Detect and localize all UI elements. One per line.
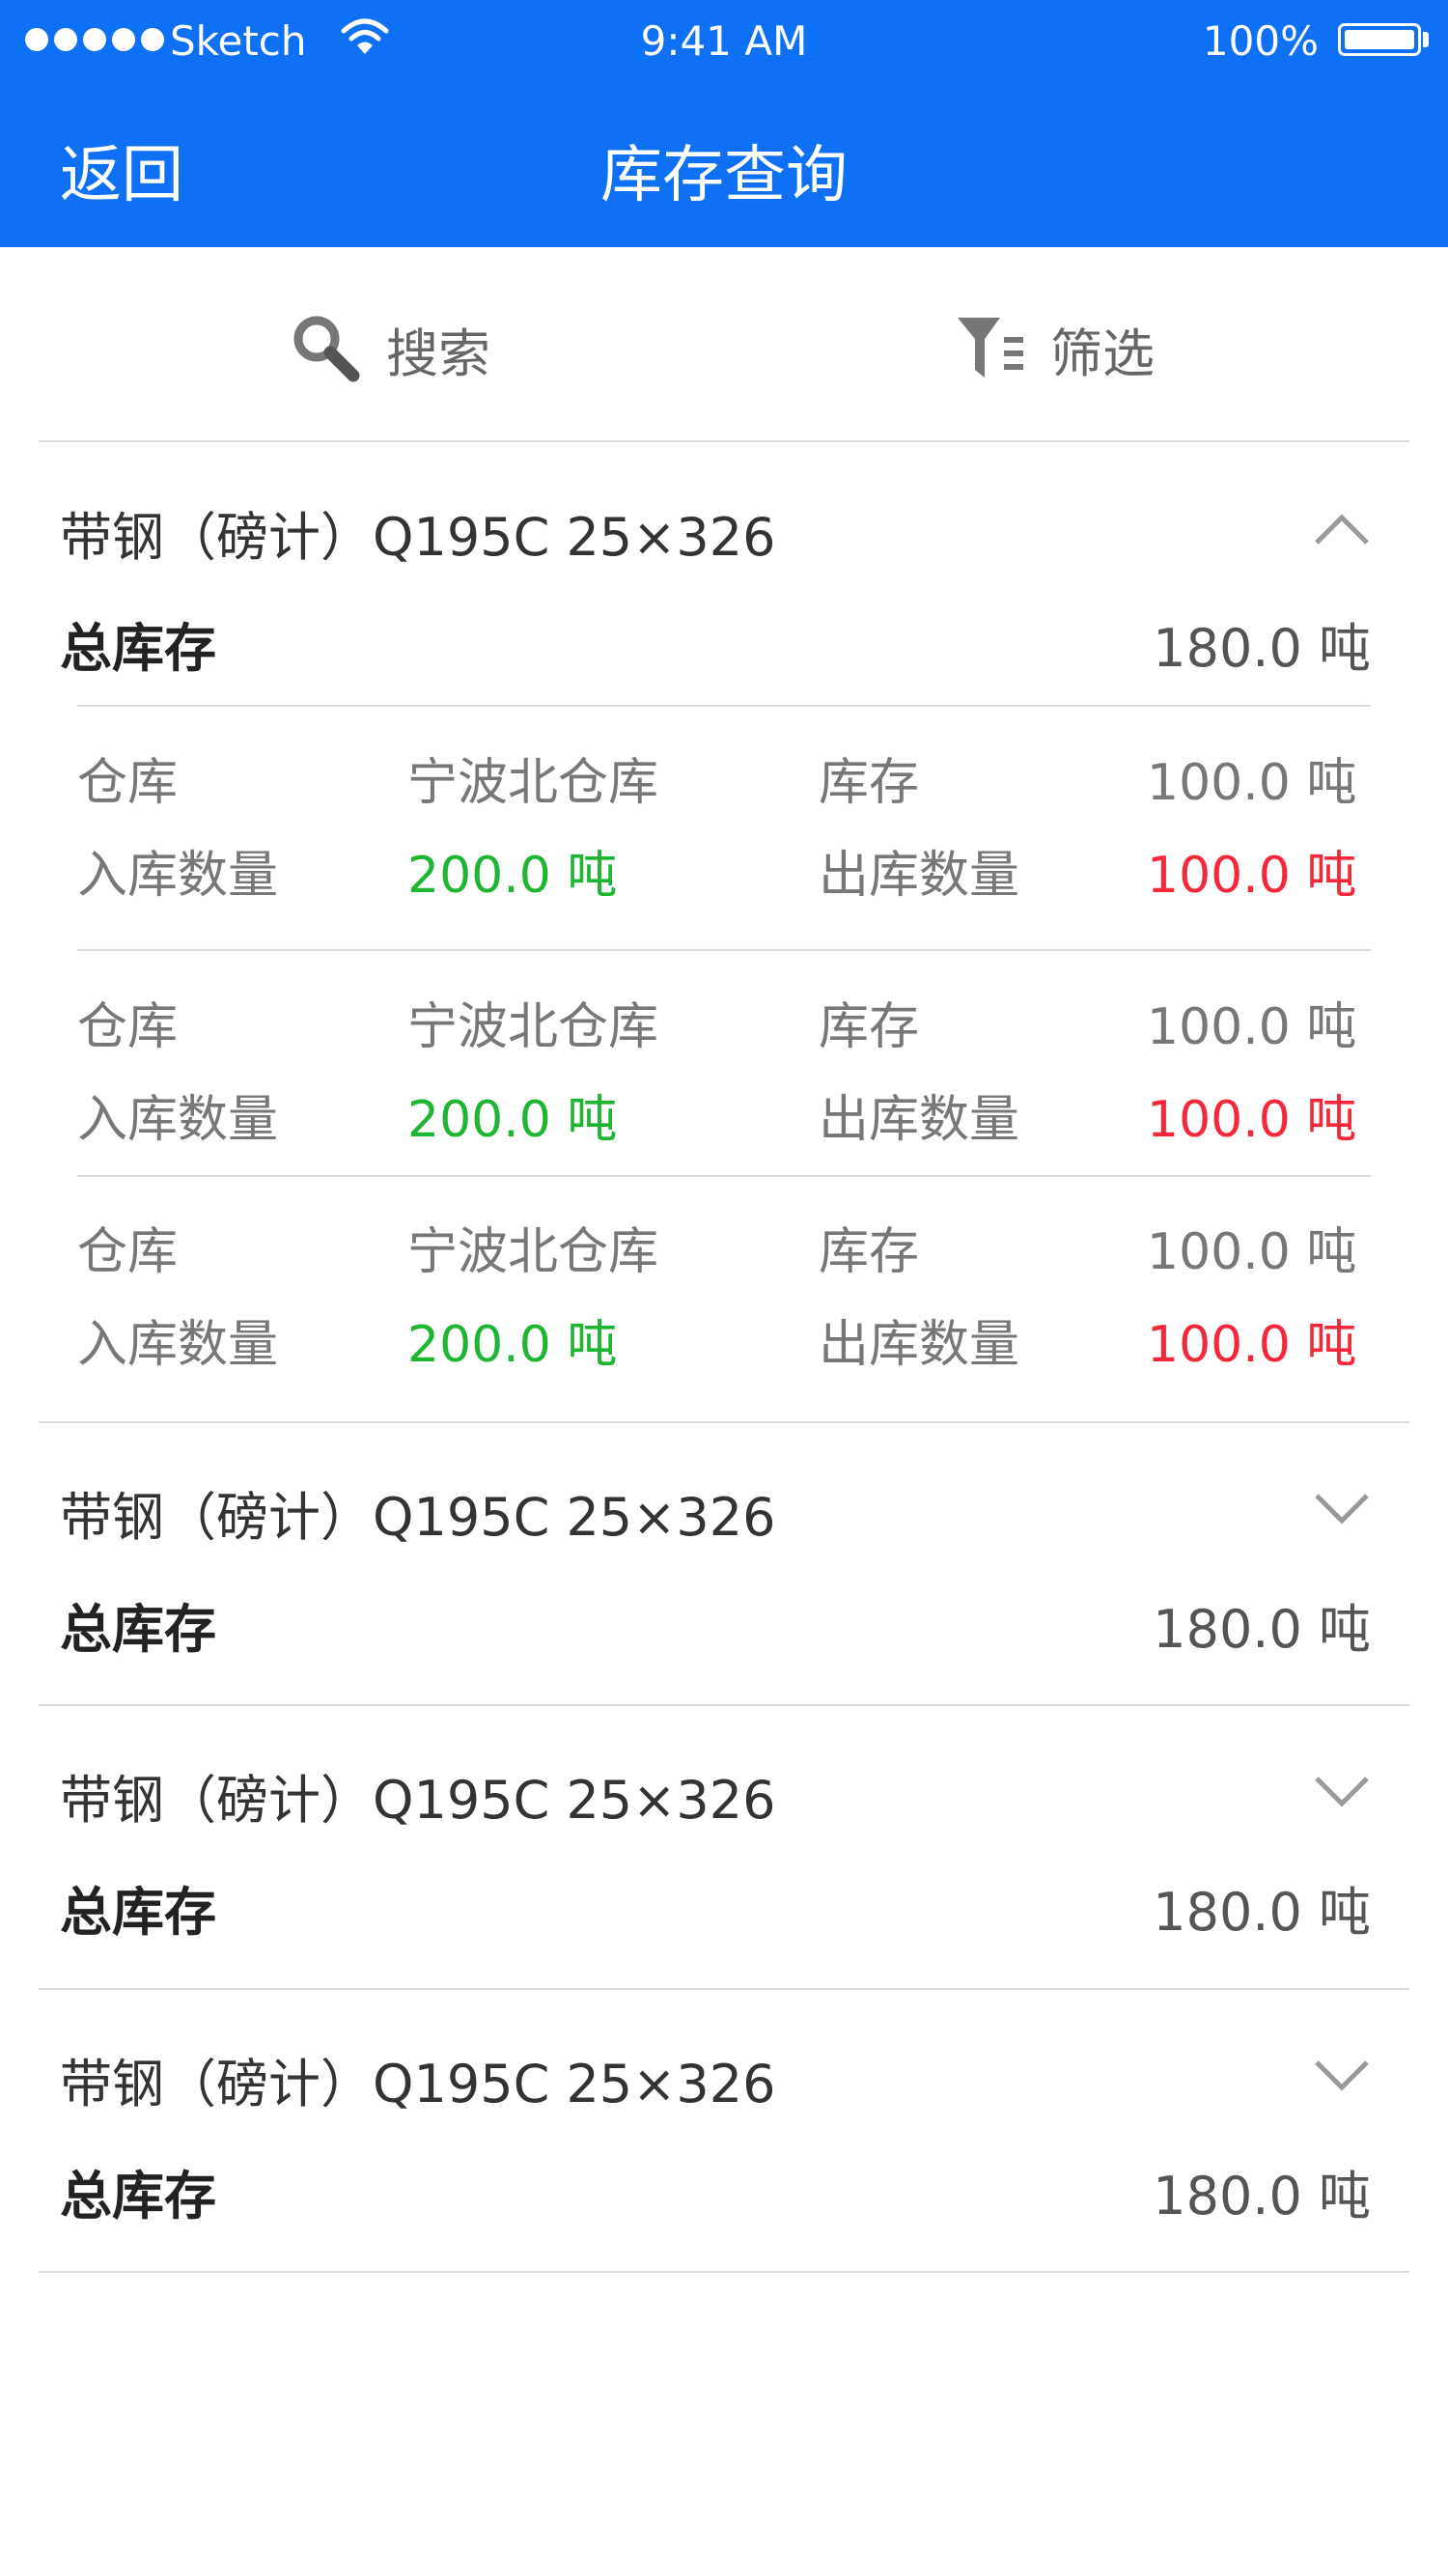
warehouse-value: 宁波北仓库 — [407, 1223, 659, 1281]
filter-button[interactable]: 筛选 — [956, 305, 1155, 392]
chevron-down-icon[interactable] — [1313, 1773, 1371, 1811]
chevron-down-icon[interactable] — [1313, 1490, 1371, 1528]
out-qty-value: 100.0 吨 — [1147, 847, 1357, 905]
divider — [77, 949, 1371, 951]
in-qty-value: 200.0 吨 — [407, 847, 618, 905]
divider — [39, 1704, 1409, 1706]
divider — [39, 2271, 1409, 2273]
warehouse-value: 宁波北仓库 — [407, 754, 659, 812]
in-qty-label: 入库数量 — [77, 1316, 279, 1374]
total-stock-label: 总库存 — [60, 618, 216, 679]
in-qty-label: 入库数量 — [77, 1091, 279, 1149]
filter-label: 筛选 — [1050, 322, 1155, 384]
total-stock-label: 总库存 — [60, 1599, 216, 1660]
warehouse-label: 仓库 — [77, 754, 179, 812]
group-title: 带钢（磅计）Q195C 25×326 — [60, 507, 776, 568]
divider — [39, 1988, 1409, 1990]
group-title: 带钢（磅计）Q195C 25×326 — [60, 1770, 776, 1831]
group-title: 带钢（磅计）Q195C 25×326 — [60, 1487, 776, 1548]
divider — [77, 1175, 1371, 1177]
out-qty-label: 出库数量 — [819, 1316, 1020, 1374]
stock-label: 库存 — [819, 998, 920, 1056]
stock-value: 100.0 吨 — [1147, 1223, 1357, 1281]
stock-value: 100.0 吨 — [1147, 998, 1357, 1056]
search-button[interactable]: 搜索 — [290, 305, 490, 392]
search-icon — [293, 316, 360, 382]
stock-value: 100.0 吨 — [1147, 754, 1357, 812]
warehouse-label: 仓库 — [77, 998, 179, 1056]
out-qty-label: 出库数量 — [819, 847, 1020, 905]
stock-label: 库存 — [819, 1223, 920, 1281]
chevron-up-icon[interactable] — [1313, 510, 1371, 548]
nav-bar: Sketch 9:41 AM 100% 返回 库存查询 — [0, 0, 1448, 247]
out-qty-value: 100.0 吨 — [1147, 1316, 1357, 1374]
battery-percent: 100% — [1202, 17, 1319, 65]
divider — [39, 440, 1409, 442]
total-stock-value: 180.0 吨 — [1153, 1882, 1371, 1943]
in-qty-value: 200.0 吨 — [407, 1316, 618, 1374]
total-stock-value: 180.0 吨 — [1153, 1599, 1371, 1660]
status-bar: Sketch 9:41 AM 100% — [0, 0, 1448, 83]
total-stock-value: 180.0 吨 — [1153, 2166, 1371, 2226]
out-qty-label: 出库数量 — [819, 1091, 1020, 1149]
filter-icon — [958, 318, 1023, 378]
in-qty-label: 入库数量 — [77, 847, 279, 905]
page-title: 库存查询 — [600, 140, 848, 211]
total-stock-label: 总库存 — [60, 2166, 216, 2226]
in-qty-value: 200.0 吨 — [407, 1091, 618, 1149]
total-stock-label: 总库存 — [60, 1882, 216, 1943]
battery-tip — [1423, 32, 1429, 47]
warehouse-value: 宁波北仓库 — [407, 998, 659, 1056]
total-stock-value: 180.0 吨 — [1153, 618, 1371, 679]
warehouse-label: 仓库 — [77, 1223, 179, 1281]
stock-label: 库存 — [819, 754, 920, 812]
chevron-down-icon[interactable] — [1313, 2057, 1371, 2095]
divider — [77, 705, 1371, 707]
search-label: 搜索 — [386, 322, 490, 384]
divider — [39, 1421, 1409, 1423]
battery-icon — [1338, 23, 1421, 56]
out-qty-value: 100.0 吨 — [1147, 1091, 1357, 1149]
group-title: 带钢（磅计）Q195C 25×326 — [60, 2054, 776, 2114]
toolbar: 搜索 筛选 — [0, 247, 1448, 440]
